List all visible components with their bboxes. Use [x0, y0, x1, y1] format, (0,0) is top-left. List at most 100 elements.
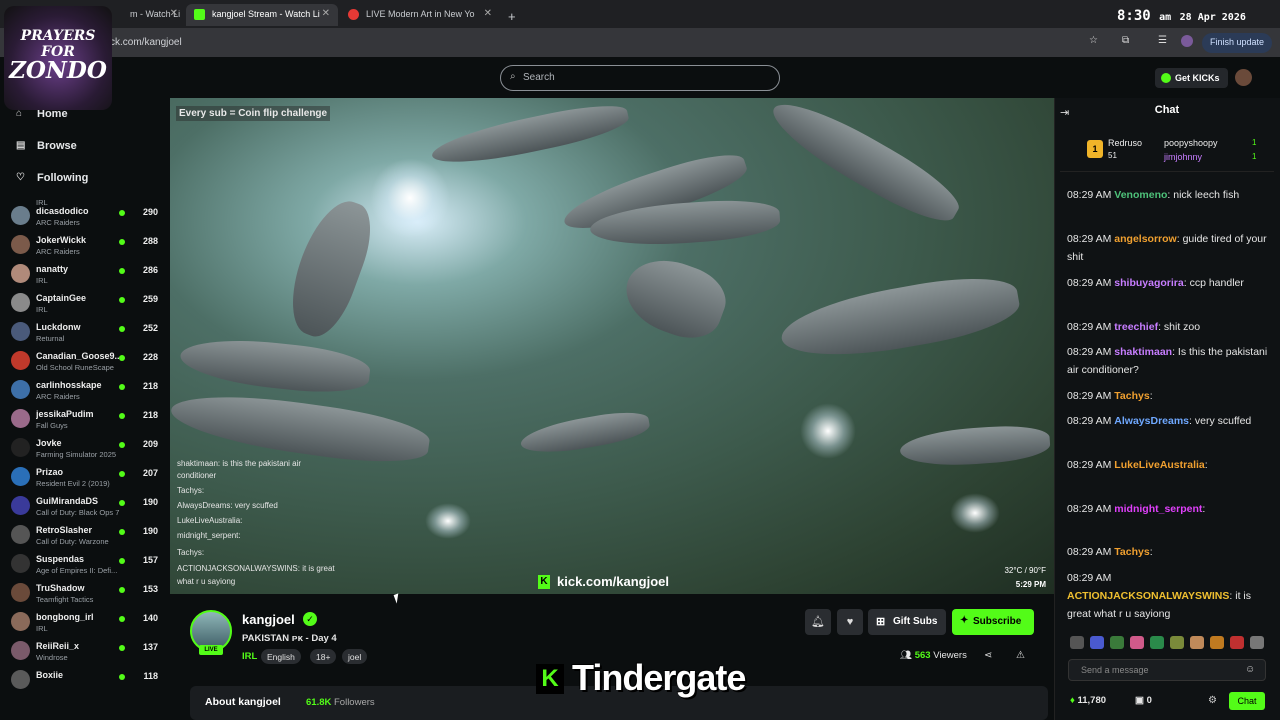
browser-tab[interactable]: LIVE Modern Art in New Yo ✕: [340, 4, 500, 26]
url-field[interactable]: ck.com/kangjoel: [100, 33, 1080, 53]
chat-username[interactable]: shaktimaan: [1114, 346, 1172, 358]
live-dot-icon: [119, 442, 125, 448]
emote-icon[interactable]: [1210, 636, 1224, 649]
close-tab-icon[interactable]: ✕: [322, 8, 330, 19]
message-text: ccp handler: [1189, 277, 1244, 289]
sidebar-channel[interactable]: Boxiie 118: [0, 666, 170, 695]
channel-category: Farming Simulator 2025: [36, 450, 117, 459]
chat-message: 08:29 AM Venomeno: nick leech fish: [1067, 189, 1240, 201]
following-list: dicasdodico ARC Raiders 290 JokerWickk ARC R…: [0, 202, 170, 720]
channel-avatar: [11, 438, 30, 457]
browser-tab-active[interactable]: kangjoel Stream - Watch Li ✕: [186, 4, 338, 26]
channel-viewers: 209: [142, 439, 158, 449]
channel-avatar: [11, 322, 30, 341]
sidebar-channel[interactable]: JokerWickk ARC Raiders 288: [0, 231, 170, 260]
sidebar-channel[interactable]: nanatty IRL 286: [0, 260, 170, 289]
sidebar-channel[interactable]: ReiiReii_x Windrose 137: [0, 637, 170, 666]
tag-joel[interactable]: joel: [342, 649, 368, 664]
emote-icon[interactable]: [1150, 636, 1164, 649]
subscribe-button[interactable]: ✦ Subscribe: [952, 609, 1034, 635]
sidebar-channel[interactable]: CaptainGee IRL 259: [0, 289, 170, 318]
sidebar-channel[interactable]: GuiMirandaDS Call of Duty: Black Ops 7 190: [0, 492, 170, 521]
fish: [762, 98, 968, 234]
channel-viewers: 290: [142, 207, 158, 217]
live-dot-icon: [119, 210, 125, 216]
channel-viewers: 137: [142, 642, 158, 652]
emote-icon[interactable]: [1250, 636, 1264, 649]
user-avatar[interactable]: [1235, 69, 1252, 86]
sidebar-channel[interactable]: bongbong_irl IRL 140: [0, 608, 170, 637]
live-favicon-icon: [348, 9, 359, 20]
live-dot-icon: [119, 239, 125, 245]
sidebar-item-browse[interactable]: ▤ Browse: [16, 140, 77, 152]
live-dot-icon: [119, 587, 125, 593]
chat-username[interactable]: Tachys: [1114, 390, 1149, 402]
search-input[interactable]: Search: [500, 65, 780, 91]
emote-icon[interactable]: [1170, 636, 1184, 649]
gifter-name[interactable]: Redruso: [1108, 138, 1142, 148]
sidebar-channel[interactable]: dicasdodico ARC Raiders 290: [0, 202, 170, 231]
sidebar-channel[interactable]: RetroSlasher Call of Duty: Warzone 190: [0, 521, 170, 550]
chat-username[interactable]: Venomeno: [1114, 189, 1167, 201]
settings-gear-icon[interactable]: ⚙: [1208, 695, 1217, 706]
send-chat-button[interactable]: Chat: [1229, 692, 1265, 710]
tag-language[interactable]: English: [261, 649, 301, 664]
chat-username[interactable]: ACTIONJACKSONALWAYSWINS: [1067, 590, 1229, 602]
chat-username[interactable]: treechief: [1114, 321, 1158, 333]
get-kicks-button[interactable]: Get KICKs: [1155, 68, 1228, 88]
finish-update-button[interactable]: Finish update: [1202, 33, 1273, 53]
emote-icon[interactable]: [1130, 636, 1144, 649]
gifter-name[interactable]: jimjohnny: [1164, 152, 1202, 162]
close-tab-icon[interactable]: ✕: [484, 8, 492, 19]
share-icon[interactable]: ⋖: [984, 650, 992, 661]
chat-message: 08:29 AM angelsorrow: guide tired of you…: [1067, 233, 1267, 263]
message-time: 08:29 AM: [1067, 189, 1112, 201]
chat-username[interactable]: LukeLiveAustralia: [1114, 459, 1204, 471]
sidebar-channel[interactable]: Suspendas Age of Empires II: Defi... 157: [0, 550, 170, 579]
chat-username[interactable]: midnight_serpent: [1114, 503, 1202, 515]
sidebar-channel[interactable]: TruShadow Teamfight Tactics 153: [0, 579, 170, 608]
sidebar-item-following[interactable]: ♡ Following: [16, 172, 88, 184]
channel-avatar: [11, 583, 30, 602]
stream-title: PAKISTAN ᴘᴋ - Day 4: [242, 633, 337, 644]
chat-input[interactable]: Send a message: [1068, 659, 1266, 681]
gift-subs-button[interactable]: ⊞ Gift Subs: [868, 609, 946, 635]
stream-category[interactable]: IRL: [242, 651, 257, 662]
emote-icon[interactable]: [1070, 636, 1084, 649]
sidebar-channel[interactable]: Canadian_Goose9... Old School RuneScape 22…: [0, 347, 170, 376]
video-player[interactable]: [170, 98, 1054, 594]
chat-message: 08:29 AM shaktimaan: Is this the pakista…: [1067, 346, 1268, 376]
report-icon[interactable]: ⚠: [1016, 650, 1025, 661]
live-dot-icon: [119, 471, 125, 477]
close-tab-icon[interactable]: ✕: [170, 8, 178, 19]
chat-username[interactable]: shibuyagorira: [1114, 277, 1183, 289]
notification-bell-icon[interactable]: 🔔︎: [805, 609, 831, 635]
sidebar-channel[interactable]: Luckdonw Returnal 252: [0, 318, 170, 347]
follow-heart-icon[interactable]: ♥: [837, 609, 863, 635]
browser-tab[interactable]: m - Watch Li ✕: [104, 4, 186, 26]
sidebar-channel[interactable]: carlinhosskape ARC Raiders 218: [0, 376, 170, 405]
emote-icon[interactable]: [1230, 636, 1244, 649]
channel-name: ReiiReii_x: [36, 641, 80, 651]
overlay-chat-line: AlwaysDreams: very scuffed: [177, 501, 278, 510]
emote-icon[interactable]: [1110, 636, 1124, 649]
channel-category: Returnal: [36, 334, 65, 343]
gifter-name[interactable]: poopyshoopy: [1164, 138, 1218, 148]
chat-username[interactable]: angelsorrow: [1114, 233, 1176, 245]
profile-avatar[interactable]: [1181, 35, 1193, 47]
tag-age[interactable]: 18+: [310, 649, 337, 664]
extensions-icon[interactable]: ⧉: [1122, 35, 1129, 46]
sidebar-channel[interactable]: Jovke Farming Simulator 2025 209: [0, 434, 170, 463]
sidebar-channel[interactable]: jessikaPudim Fall Guys 218: [0, 405, 170, 434]
bookmark-star-icon[interactable]: ☆: [1089, 35, 1098, 46]
tab-search-icon[interactable]: ☰: [1158, 35, 1167, 46]
channel-viewers: 288: [142, 236, 158, 246]
chat-username[interactable]: AlwaysDreams: [1114, 415, 1189, 427]
emote-icon[interactable]: [1090, 636, 1104, 649]
emote-icon[interactable]: [1190, 636, 1204, 649]
chat-username[interactable]: Tachys: [1114, 546, 1149, 558]
new-tab-button[interactable]: +: [502, 4, 524, 26]
sidebar-channel[interactable]: Prizao Resident Evil 2 (2019) 207: [0, 463, 170, 492]
streamer-name[interactable]: kangjoel: [242, 612, 295, 627]
emoji-picker-icon[interactable]: ☺: [1245, 664, 1255, 675]
